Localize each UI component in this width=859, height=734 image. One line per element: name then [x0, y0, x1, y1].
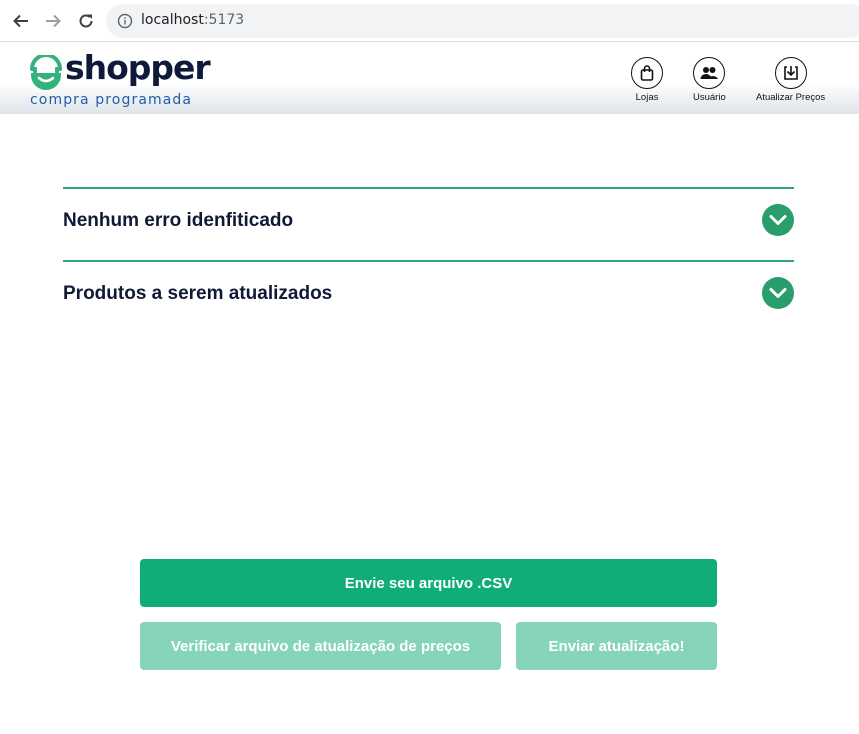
accordion-title: Produtos a serem atualizados [63, 283, 333, 304]
upload-csv-button[interactable]: Envie seu arquivo .CSV [140, 559, 717, 607]
send-update-button[interactable]: Enviar atualização! [516, 622, 717, 670]
logo-tagline: compra programada [30, 92, 193, 108]
usuario-icon-circle [693, 57, 726, 89]
browser-toolbar: localhost:5173 [0, 0, 859, 42]
shopper-logo[interactable]: shopper compra programada [28, 48, 228, 110]
arrow-right-icon [46, 14, 61, 28]
reload-icon [79, 14, 93, 28]
nav-lojas[interactable]: Lojas [631, 57, 663, 103]
nav-label: Usuário [693, 92, 726, 103]
url-port: :5173 [203, 12, 245, 28]
logo-wordmark: shopper [65, 48, 211, 87]
shopping-bag-icon [640, 65, 654, 81]
accordion-item-errors[interactable]: Nenhum erro idenfiticado [63, 187, 794, 260]
arrow-left-icon [13, 14, 28, 28]
nav-label: Lojas [635, 92, 659, 103]
users-icon [700, 67, 719, 79]
reload-button[interactable] [74, 9, 98, 33]
atualizar-icon-circle [774, 57, 807, 89]
verify-file-button[interactable]: Verificar arquivo de atualização de preç… [140, 622, 501, 670]
chevron-down-icon[interactable] [762, 277, 794, 309]
lojas-icon-circle [631, 57, 663, 89]
nav-label: Atualizar Preços [756, 92, 826, 103]
chevron-down-icon[interactable] [762, 204, 794, 236]
results-accordion: Nenhum erro idenfiticado Produtos a sere… [63, 187, 794, 333]
download-icon [783, 66, 798, 80]
accordion-item-products[interactable]: Produtos a serem atualizados [63, 260, 794, 333]
app-window: localhost:5173 shopper compra programada… [0, 0, 859, 734]
nav-usuario[interactable]: Usuário [693, 57, 726, 103]
nav-atualizar-precos[interactable]: Atualizar Preços [756, 57, 825, 103]
basket-logo-icon [30, 55, 62, 90]
accordion-title: Nenhum erro idenfiticado [63, 210, 294, 231]
back-button[interactable] [9, 9, 33, 33]
address-bar[interactable]: localhost:5173 [106, 4, 859, 38]
url-text: localhost:5173 [141, 12, 244, 28]
info-icon[interactable] [117, 13, 133, 29]
forward-button[interactable] [41, 9, 65, 33]
app-header: shopper compra programada Lojas Usuário … [0, 43, 859, 114]
url-host: localhost [141, 12, 204, 28]
